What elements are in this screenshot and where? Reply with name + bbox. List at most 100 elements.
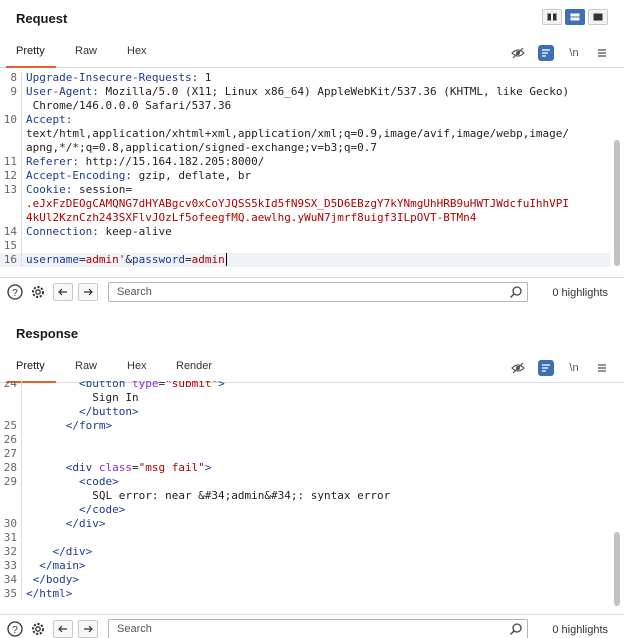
response-search-input[interactable]: [108, 619, 528, 638]
search-previous-button[interactable]: [53, 283, 73, 301]
line-content: Accept:: [26, 113, 72, 127]
line-content: [26, 433, 33, 447]
response-scrollbar[interactable]: [614, 532, 620, 606]
response-menu-button[interactable]: [594, 360, 610, 376]
header-value: session=: [72, 183, 132, 196]
editor-line: 8 Upgrade-Insecure-Requests: 1: [0, 71, 610, 85]
line-number: 10: [0, 113, 22, 127]
search-next-button[interactable]: [78, 283, 98, 301]
line-content: Upgrade-Insecure-Requests: 1: [26, 71, 211, 85]
request-menu-button[interactable]: [594, 45, 610, 61]
html-tag: <button: [78, 381, 126, 390]
response-tab-raw[interactable]: Raw: [75, 360, 97, 372]
param-value-username: admin': [85, 253, 126, 266]
request-scroll-thumb[interactable]: [614, 140, 620, 266]
line-number: [0, 405, 22, 419]
response-editor[interactable]: 24 <button type="submit"> Sign In </butt…: [0, 381, 610, 611]
response-title: Response: [16, 326, 79, 341]
header-key: Cookie:: [26, 183, 73, 196]
newline-toggle[interactable]: \n: [566, 360, 582, 376]
editor-line: 34 </body>: [0, 573, 610, 587]
header-value: Mozilla/5.0 (X11; Linux x86_64) AppleWeb…: [98, 85, 570, 98]
response-highlights-count: 0 highlights: [552, 624, 608, 636]
line-number: 30: [0, 517, 22, 531]
response-tab-hex[interactable]: Hex: [127, 360, 147, 372]
help-icon[interactable]: ?: [6, 620, 24, 638]
editor-line: 31: [0, 531, 610, 545]
html-tag: </button>: [78, 405, 139, 418]
pretty-format-toggle[interactable]: [538, 45, 554, 61]
eye-slash-icon: [511, 47, 525, 59]
header-key: Upgrade-Insecure-Requests:: [26, 71, 199, 84]
active-tab-indicator: [6, 66, 56, 68]
editor-line: 26: [0, 433, 610, 447]
layout-side-by-side-button[interactable]: [542, 9, 562, 25]
editor-line: 35 </html>: [0, 587, 610, 601]
request-search-input[interactable]: [108, 282, 528, 302]
line-number: [0, 211, 22, 225]
search-previous-button[interactable]: [53, 620, 73, 638]
search-next-button[interactable]: [78, 620, 98, 638]
request-tools: \n: [510, 45, 610, 61]
hide-nonprintable-toggle[interactable]: [510, 45, 526, 61]
response-tab-pretty[interactable]: Pretty: [16, 360, 45, 372]
hide-nonprintable-toggle[interactable]: [510, 360, 526, 376]
header-value: keep-alive: [98, 225, 172, 238]
line-number: 34: [0, 573, 22, 587]
line-number: [0, 127, 22, 141]
header-key: Connection:: [26, 225, 99, 238]
request-tab-hex[interactable]: Hex: [127, 45, 147, 57]
line-number: 16: [0, 253, 22, 267]
gear-icon[interactable]: [29, 620, 47, 638]
svg-text:?: ?: [12, 625, 18, 636]
editor-line: </button>: [0, 405, 610, 419]
line-number: 9: [0, 85, 22, 99]
arrow-left-icon: [58, 625, 67, 633]
line-content: <button type="submit">: [26, 381, 225, 391]
request-tab-raw[interactable]: Raw: [75, 45, 97, 57]
header-value: 1: [198, 71, 212, 84]
line-number: 8: [0, 71, 22, 85]
line-number: 13: [0, 183, 22, 197]
line-content: </form>: [26, 419, 112, 433]
line-number: [0, 503, 22, 517]
html-tag: <div: [65, 461, 93, 474]
response-tab-render[interactable]: Render: [176, 360, 212, 372]
param-name-username: username: [26, 253, 79, 266]
help-icon[interactable]: ?: [6, 283, 24, 301]
line-content: </button>: [26, 405, 139, 419]
pretty-format-toggle[interactable]: [538, 360, 554, 376]
editor-line: 33 </main>: [0, 559, 610, 573]
editor-line: 29 <code>: [0, 475, 610, 489]
newline-toggle[interactable]: \n: [566, 45, 582, 61]
layout-stacked-button[interactable]: [565, 9, 585, 25]
layout-single-button[interactable]: [588, 9, 608, 25]
gear-icon[interactable]: [29, 283, 47, 301]
line-number: [0, 99, 22, 113]
request-highlights-count: 0 highlights: [552, 287, 608, 299]
line-content: </code>: [26, 503, 125, 517]
request-scrollbar[interactable]: [614, 140, 620, 266]
html-eq: =: [132, 461, 139, 474]
layout-toggle-group: [542, 9, 608, 25]
line-number: 33: [0, 559, 22, 573]
line-content: [26, 531, 33, 545]
header-value: gzip, deflate, br: [131, 169, 252, 182]
header-key: Referer:: [26, 155, 79, 168]
request-tab-pretty[interactable]: Pretty: [16, 45, 45, 57]
cookie-value-line: .eJxFzDEOgCAMQNG7dHYABgcv0xCoYJQSS5kId5f…: [26, 197, 570, 210]
search-icon: [510, 286, 522, 298]
request-editor[interactable]: 8 Upgrade-Insecure-Requests: 1 9 User-Agent…: [0, 71, 610, 272]
rows-icon: [570, 13, 580, 21]
line-number: 28: [0, 461, 22, 475]
eye-slash-icon: [511, 362, 525, 374]
response-scroll-thumb[interactable]: [614, 532, 620, 606]
header-value: Chrome/146.0.0.0 Safari/537.36: [26, 99, 232, 112]
editor-line: 4kUl2KznCzh243SXFlvJOzLf5ofeegfMQ.aewlhg…: [0, 211, 610, 225]
line-number: 24: [0, 381, 22, 391]
param-value-password: admin: [191, 253, 225, 266]
